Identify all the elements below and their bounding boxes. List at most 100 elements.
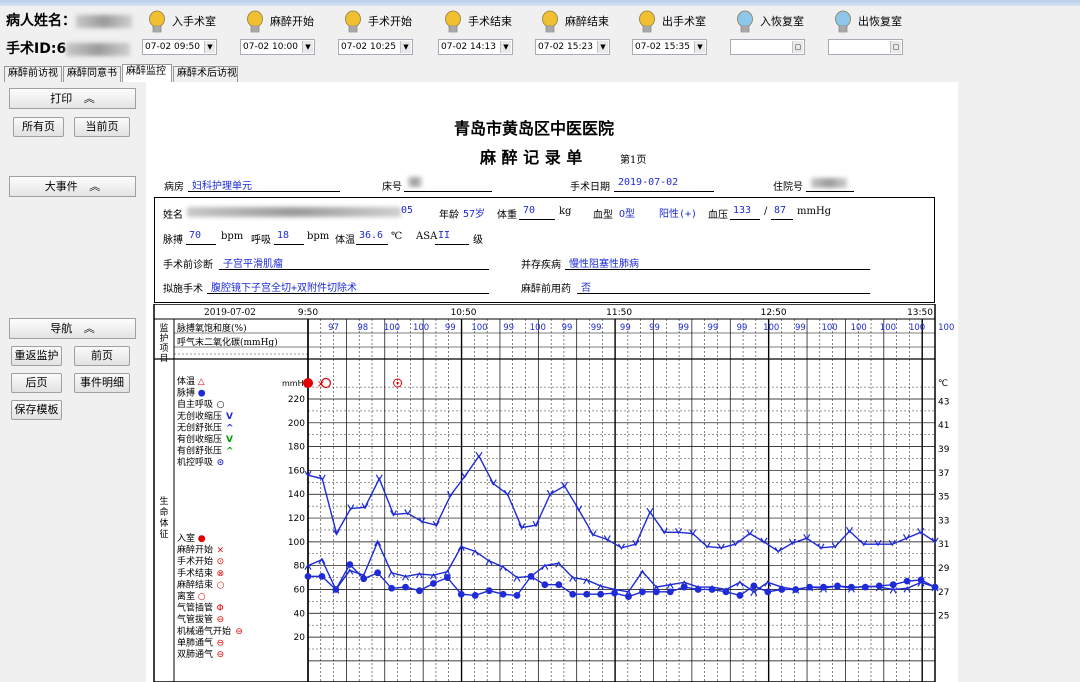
comorbid-label: 并存疾病 bbox=[521, 260, 561, 271]
pulse-point bbox=[903, 577, 911, 585]
premed-label: 麻醉前用药 bbox=[521, 284, 571, 295]
vitals-section-label: 体 bbox=[159, 517, 168, 529]
lightbulb-icon bbox=[639, 10, 655, 33]
legend-symbol: ● bbox=[198, 389, 206, 399]
calendar-dropdown-icon[interactable]: ▼ bbox=[597, 41, 608, 53]
event-time-picker[interactable]: ▢ bbox=[828, 39, 903, 55]
temp-label: 体温 bbox=[335, 235, 355, 246]
pulse-point bbox=[931, 583, 939, 591]
bp-unit: mmHg bbox=[797, 206, 832, 217]
legend-label: 无创收缩压 bbox=[177, 410, 222, 422]
tab-consent[interactable]: 麻醉同意书 bbox=[63, 66, 121, 82]
left-axis-tick: 60 bbox=[294, 585, 306, 595]
bp-sys-underline bbox=[730, 219, 760, 220]
tab-post-visit[interactable]: 麻醉术后访视 bbox=[173, 66, 238, 82]
blood-type-value: O型 bbox=[619, 209, 636, 220]
event-time-picker[interactable]: 07-02 10:00 ▼ bbox=[240, 39, 315, 55]
rh-value: 阳性(+) bbox=[659, 209, 698, 220]
right-axis-tick: 31 bbox=[938, 540, 949, 550]
calendar-dropdown-icon[interactable]: ▼ bbox=[500, 41, 511, 53]
resp-underline bbox=[274, 244, 304, 245]
event-time-picker[interactable]: 07-02 14:13 ▼ bbox=[438, 39, 513, 55]
bed-underline bbox=[404, 191, 492, 192]
premed-underline bbox=[577, 293, 870, 294]
surgery-id-value: 6 bbox=[56, 41, 67, 57]
pulse-point bbox=[360, 575, 368, 583]
event-details-button[interactable]: 事件明细 bbox=[74, 373, 130, 393]
event-legend-label: 离室 bbox=[177, 590, 195, 602]
return-monitor-button[interactable]: 重返监护 bbox=[11, 346, 62, 366]
tab-pre-visit[interactable]: 麻醉前访视 bbox=[4, 66, 62, 82]
chevron-up-icon: ︽ bbox=[89, 180, 101, 193]
monitor-row-label: 脉搏氧饱和度(%) bbox=[177, 322, 247, 334]
bed-label: 床号 bbox=[382, 182, 402, 193]
event-label: 入恢复室 bbox=[760, 15, 804, 28]
redacted-admission bbox=[811, 178, 847, 188]
right-axis-tick: 43 bbox=[938, 397, 949, 407]
id-tail: 05 bbox=[401, 205, 414, 216]
spo2-value: 100 bbox=[413, 323, 429, 333]
print-current-button[interactable]: 当前页 bbox=[74, 117, 130, 137]
event-4: 麻醉结束 07-02 15:23 ▼ bbox=[535, 8, 631, 56]
calendar-dropdown-icon[interactable]: ▢ bbox=[890, 41, 901, 53]
event-legend-symbol: ○ bbox=[217, 580, 225, 590]
systolic-point bbox=[774, 547, 782, 554]
event-legend-symbol: ⊗ bbox=[217, 569, 225, 579]
event-time-picker[interactable]: ▢ bbox=[730, 39, 805, 55]
prev-page-button[interactable]: 前页 bbox=[74, 346, 130, 366]
pulse-point bbox=[513, 592, 521, 599]
legend-label: 有创舒张压 bbox=[177, 445, 222, 457]
event-legend-label: 手术结束 bbox=[177, 567, 213, 579]
print-section-header[interactable]: 打印 ︽ bbox=[9, 88, 136, 109]
left-axis-tick: 100 bbox=[288, 538, 305, 548]
event-2: 手术开始 07-02 10:25 ▼ bbox=[338, 8, 434, 56]
pulse-point bbox=[750, 582, 758, 590]
calendar-dropdown-icon[interactable]: ▼ bbox=[694, 41, 705, 53]
legend-label: 体温 bbox=[177, 375, 195, 387]
resp-value: 18 bbox=[277, 230, 290, 241]
calendar-dropdown-icon[interactable]: ▢ bbox=[792, 41, 803, 53]
pulse-point bbox=[722, 588, 730, 596]
event-legend-label: 气管插管 bbox=[177, 602, 213, 614]
bp-systolic: 133 bbox=[733, 205, 752, 216]
right-axis-tick: 37 bbox=[938, 469, 949, 479]
spo2-value: 99 bbox=[445, 323, 456, 333]
event-legend-label: 麻醉结束 bbox=[177, 578, 213, 590]
next-page-button[interactable]: 后页 bbox=[11, 373, 62, 393]
left-axis-tick: 20 bbox=[294, 633, 306, 643]
event-time-picker[interactable]: 07-02 09:50 ▼ bbox=[142, 39, 217, 55]
save-template-button[interactable]: 保存模板 bbox=[11, 400, 62, 420]
lightbulb-icon bbox=[737, 10, 753, 33]
event-3: 手术结束 07-02 14:13 ▼ bbox=[438, 8, 534, 56]
spo2-value: 100 bbox=[851, 323, 867, 333]
record-title: 麻 醉 记 录 单 bbox=[480, 148, 583, 167]
calendar-dropdown-icon[interactable]: ▼ bbox=[204, 41, 215, 53]
calendar-dropdown-icon[interactable]: ▼ bbox=[302, 41, 313, 53]
event-legend-symbol: ○ bbox=[198, 592, 206, 602]
admission-label: 住院号 bbox=[773, 182, 803, 193]
legend-label: 脉搏 bbox=[177, 387, 195, 399]
left-axis-tick: 80 bbox=[294, 562, 306, 572]
events-section-header[interactable]: 大事件 ︽ bbox=[9, 176, 136, 197]
print-all-button[interactable]: 所有页 bbox=[13, 117, 64, 137]
tab-monitoring[interactable]: 麻醉监控 bbox=[122, 64, 172, 82]
patient-name-label: 病人姓名： bbox=[6, 13, 76, 29]
event-time-picker[interactable]: 07-02 15:23 ▼ bbox=[535, 39, 610, 55]
event-time-picker[interactable]: 07-02 10:25 ▼ bbox=[338, 39, 413, 55]
time-label: 12:50 bbox=[761, 308, 787, 318]
asa-value: II bbox=[438, 230, 451, 241]
bp-label: 血压 bbox=[708, 210, 728, 221]
event-label: 出恢复室 bbox=[858, 15, 902, 28]
event-legend-symbol: Φ bbox=[217, 604, 224, 614]
spo2-value: 100 bbox=[471, 323, 487, 333]
diastolic-point bbox=[638, 569, 646, 576]
spo2-value: 100 bbox=[530, 323, 546, 333]
calendar-dropdown-icon[interactable]: ▼ bbox=[400, 41, 411, 53]
event-time-picker[interactable]: 07-02 15:35 ▼ bbox=[632, 39, 707, 55]
event-legend-symbol: ⊖ bbox=[217, 615, 225, 625]
nav-section-header[interactable]: 导航 ︽ bbox=[9, 318, 136, 339]
monitor-section-label: 监 bbox=[159, 322, 168, 334]
asa-label: ASA bbox=[416, 231, 438, 242]
pulse-point bbox=[304, 572, 312, 580]
pulse-point bbox=[541, 581, 549, 589]
